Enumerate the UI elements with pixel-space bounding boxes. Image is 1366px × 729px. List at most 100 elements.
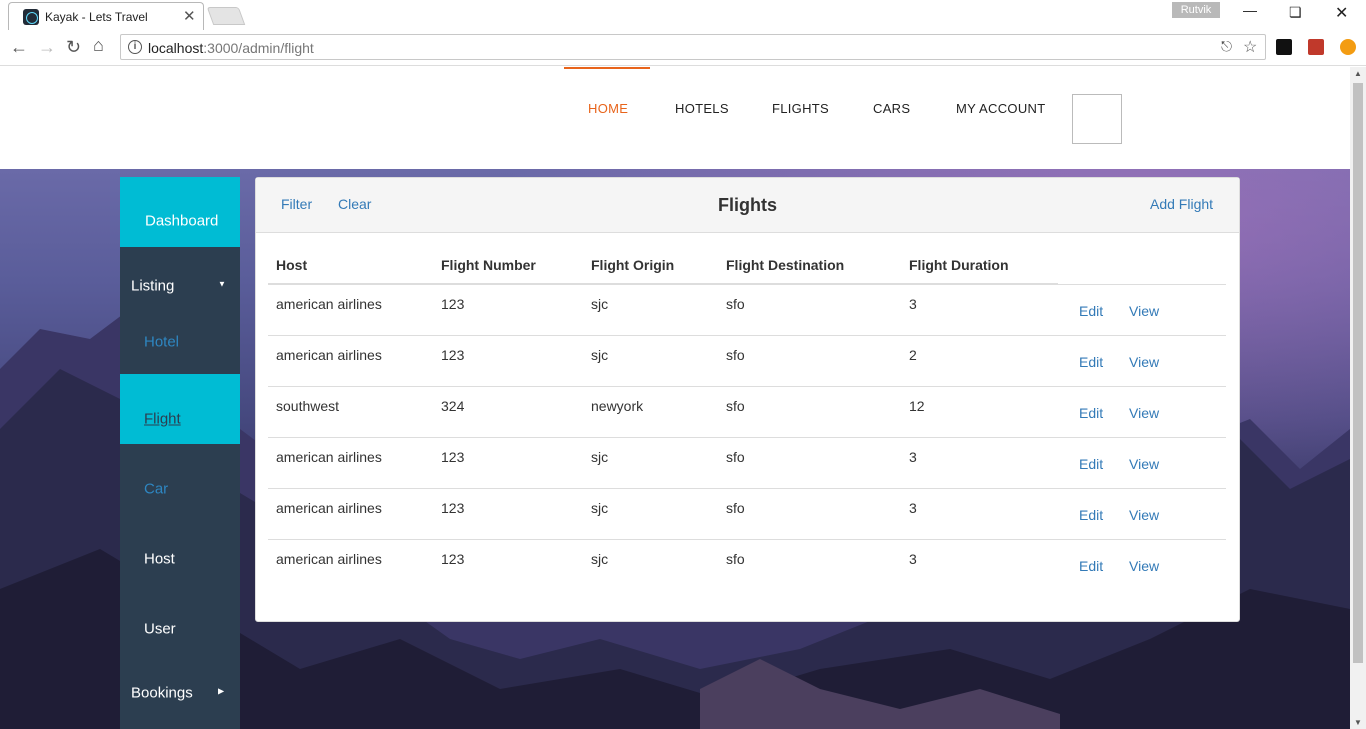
nav-my-account[interactable]: MY ACCOUNT (956, 101, 1045, 116)
address-bar: ← → ↻ ⌂ i localhost:3000/admin/flight ⎋ … (0, 30, 1366, 66)
cell-flight-duration: 2 (909, 347, 917, 363)
page-scrollbar[interactable]: ▲ ▼ (1350, 67, 1366, 729)
table-row: american airlines 123 sjc sfo 3 Edit View (268, 488, 1226, 539)
new-tab-button[interactable] (206, 7, 246, 25)
cell-host: american airlines (276, 500, 382, 516)
cell-host: american airlines (276, 296, 382, 312)
cell-flight-duration: 3 (909, 296, 917, 312)
cell-flight-number: 123 (441, 500, 465, 516)
profile-badge[interactable]: Rutvik (1172, 2, 1220, 18)
view-link[interactable]: View (1129, 456, 1159, 472)
cell-flight-origin: sjc (591, 296, 609, 312)
reload-icon[interactable]: ↻ (66, 37, 81, 58)
sidebar-item-label: Car (144, 480, 169, 498)
panel-header: Filter Clear Flights Add Flight (256, 178, 1239, 233)
view-link[interactable]: View (1129, 303, 1159, 319)
cell-flight-origin: sjc (591, 449, 609, 465)
edit-link[interactable]: Edit (1079, 456, 1103, 472)
browser-tab-bar: Kayak - Lets Travel ✕ Rutvik — ❏ ✕ (0, 0, 1366, 30)
nav-cars[interactable]: CARS (873, 101, 910, 116)
tab-close-icon[interactable]: ✕ (183, 7, 196, 25)
column-header-flight-duration: Flight Duration (909, 257, 1009, 273)
column-header-flight-number: Flight Number (441, 257, 536, 273)
scroll-up-icon[interactable]: ▲ (1354, 69, 1362, 78)
cell-flight-destination: sfo (726, 347, 745, 363)
sidebar-item-car[interactable]: Car (120, 444, 240, 514)
cell-flight-destination: sfo (726, 500, 745, 516)
nav-hotels[interactable]: HOTELS (675, 101, 729, 116)
back-icon[interactable]: ← (10, 37, 28, 58)
sidebar-item-bookings[interactable]: Bookings ▶ (120, 654, 240, 724)
sidebar-item-host[interactable]: Host (120, 514, 240, 584)
sidebar-item-label: Bookings (131, 684, 193, 702)
info-icon[interactable]: i (128, 40, 142, 54)
nav-home[interactable]: HOME (588, 101, 628, 116)
sidebar-item-listing[interactable]: Listing ▼ (120, 247, 240, 309)
edit-link[interactable]: Edit (1079, 405, 1103, 421)
nav-flights[interactable]: FLIGHTS (772, 101, 829, 116)
cell-flight-number: 123 (441, 551, 465, 567)
tab-title: Kayak - Lets Travel (45, 10, 148, 24)
scroll-thumb[interactable] (1353, 83, 1363, 663)
cell-flight-number: 123 (441, 449, 465, 465)
cell-host: southwest (276, 398, 340, 414)
table-row: american airlines 123 sjc sfo 3 Edit View (268, 284, 1226, 335)
edit-link[interactable]: Edit (1079, 303, 1103, 319)
url-path: :3000/admin/flight (203, 40, 314, 56)
restore-icon[interactable]: ❏ (1289, 4, 1302, 21)
cell-flight-destination: sfo (726, 449, 745, 465)
minimize-icon[interactable]: — (1243, 2, 1257, 18)
sidebar-item-dashboard[interactable]: Dashboard (120, 177, 240, 247)
sidebar-item-hotel[interactable]: Hotel (120, 309, 240, 374)
pdf-extension-icon[interactable] (1276, 39, 1292, 55)
caret-right-icon: ▶ (218, 686, 225, 696)
broken-image-icon (1072, 94, 1122, 144)
edit-link[interactable]: Edit (1079, 354, 1103, 370)
url-host: localhost (148, 40, 204, 56)
view-link[interactable]: View (1129, 558, 1159, 574)
view-link[interactable]: View (1129, 507, 1159, 523)
edit-link[interactable]: Edit (1079, 507, 1103, 523)
cell-flight-duration: 12 (909, 398, 925, 414)
sidebar-item-flight[interactable]: Flight (120, 374, 240, 444)
sidebar-item-user[interactable]: User (120, 584, 240, 654)
cell-host: american airlines (276, 551, 382, 567)
add-flight-button[interactable]: Add Flight (1150, 196, 1213, 212)
page-title: Flights (718, 195, 777, 215)
cell-flight-destination: sfo (726, 296, 745, 312)
forward-icon[interactable]: → (38, 37, 56, 58)
column-header-flight-destination: Flight Destination (726, 257, 845, 273)
cell-flight-destination: sfo (726, 551, 745, 567)
bookmark-star-icon[interactable]: ☆ (1243, 37, 1257, 57)
cell-host: american airlines (276, 449, 382, 465)
sidebar-item-label: User (144, 620, 176, 638)
url-text: localhost:3000/admin/flight (148, 40, 314, 56)
cell-flight-number: 324 (441, 398, 465, 414)
edit-link[interactable]: Edit (1079, 558, 1103, 574)
home-icon[interactable]: ⌂ (93, 35, 104, 56)
url-input[interactable]: i localhost:3000/admin/flight ⎋ ☆ (120, 34, 1266, 60)
browser-tab[interactable]: Kayak - Lets Travel ✕ (8, 2, 204, 30)
window-close-icon[interactable]: ✕ (1335, 3, 1348, 23)
cell-flight-origin: newyork (591, 398, 644, 414)
sidebar-item-label: Host (144, 550, 175, 568)
cell-host: american airlines (276, 347, 382, 363)
site-header: HOME HOTELS FLIGHTS CARS MY ACCOUNT (0, 67, 1350, 169)
cell-flight-duration: 3 (909, 449, 917, 465)
cell-flight-origin: sjc (591, 500, 609, 516)
view-link[interactable]: View (1129, 405, 1159, 421)
cell-flight-number: 123 (441, 296, 465, 312)
cell-flight-origin: sjc (591, 347, 609, 363)
update-icon[interactable] (1340, 39, 1356, 55)
flights-panel: Filter Clear Flights Add Flight Host Fli… (255, 177, 1240, 622)
sidebar-item-label: Hotel (144, 333, 180, 350)
table-row: southwest 324 newyork sfo 12 Edit View (268, 386, 1226, 437)
extension-icon[interactable] (1308, 39, 1324, 55)
scroll-down-icon[interactable]: ▼ (1354, 718, 1362, 727)
view-link[interactable]: View (1129, 354, 1159, 370)
admin-sidebar: Dashboard Listing ▼ Hotel Flight Car Hos… (120, 177, 240, 729)
cell-flight-origin: sjc (591, 551, 609, 567)
cell-flight-duration: 3 (909, 551, 917, 567)
nav-active-indicator (564, 67, 650, 69)
key-icon[interactable]: ⎋ (1221, 38, 1232, 55)
